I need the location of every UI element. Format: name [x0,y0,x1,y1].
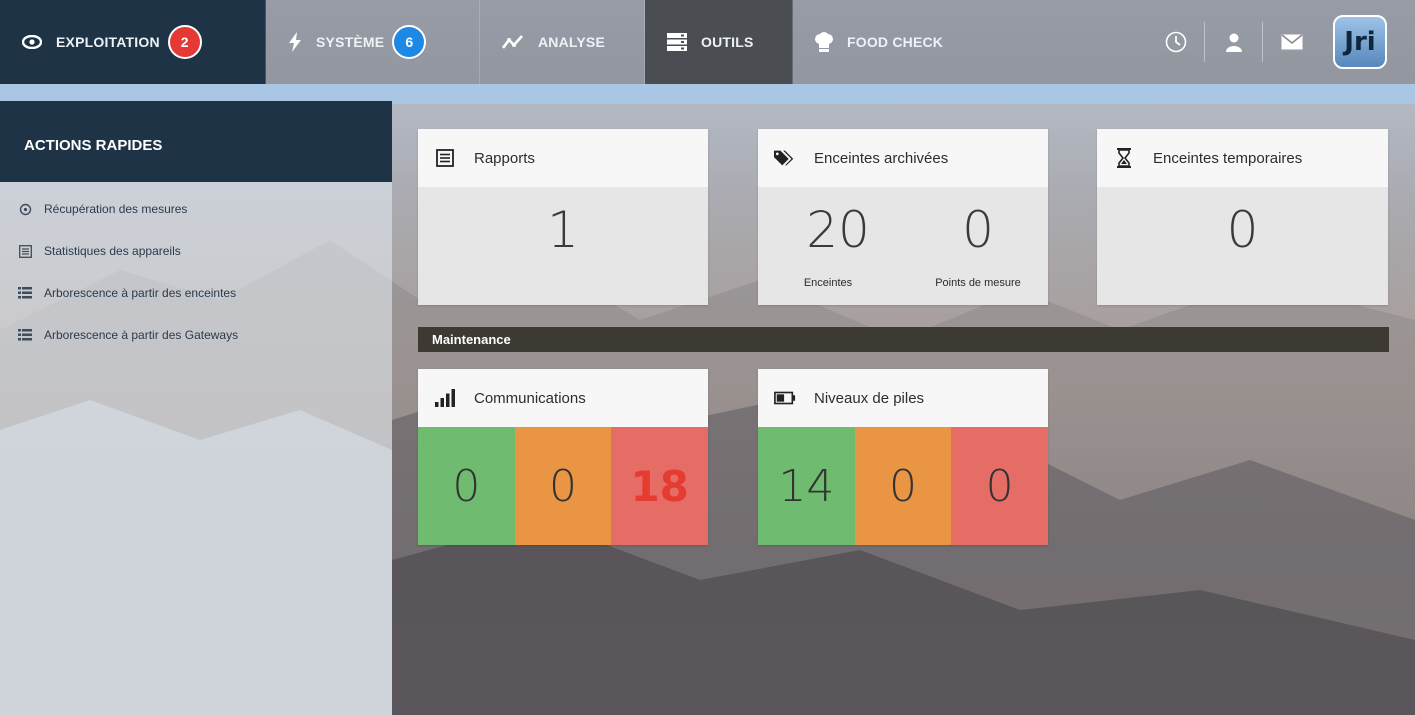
sidebar-item-label: Arborescence à partir des enceintes [44,286,237,300]
card-header: Enceintes archivées [758,129,1048,187]
sidebar-item-statistiques-appareils[interactable]: Statistiques des appareils [0,230,392,272]
refresh-icon [18,202,32,216]
status-warning-cell[interactable]: 0 [514,427,612,545]
sidebar-item-arborescence-enceintes[interactable]: Arborescence à partir des enceintes [0,272,392,314]
tags-icon [774,147,796,169]
tab-outils[interactable]: OUTILS [645,0,793,84]
card-title: Communications [474,389,586,407]
points-mesure-label: Points de mesure [935,277,1021,289]
card-title: Niveaux de piles [814,389,925,407]
maintenance-title: Maintenance [432,332,511,347]
maintenance-header: Maintenance [418,327,1389,352]
list-icon [18,286,32,300]
piles-status-row: 14 0 0 [758,427,1049,545]
card-enceintes-archivees[interactable]: Enceintes archivées 20 Enceintes 0 Point… [758,129,1048,305]
card-header: Niveaux de piles [758,369,1048,427]
sidebar-item-label: Arborescence à partir des Gateways [44,328,239,342]
lightning-icon [288,32,302,52]
list-box-icon [18,244,32,258]
tab-label: ANALYSE [538,34,606,50]
card-enceintes-temporaires[interactable]: Enceintes temporaires 0 [1097,129,1388,305]
status-alert-cell[interactable]: 0 [951,427,1049,545]
signal-icon [434,387,456,409]
status-ok-cell[interactable]: 14 [758,427,855,545]
trend-icon [502,34,524,50]
sidebar-item-recuperation-mesures[interactable]: Récupération des mesures [0,188,392,230]
card-body: 20 Enceintes 0 Points de mesure [758,187,1048,305]
status-ok-count: 0 [452,460,481,512]
sidebar-item-label: Récupération des mesures [44,202,188,216]
communications-status-row: 0 0 18 [418,427,709,545]
tab-label: FOOD CHECK [847,34,944,50]
enceintes-label: Enceintes [803,277,853,289]
battery-icon [774,387,796,409]
card-header: Communications [418,369,708,427]
list-box-icon [434,147,456,169]
status-warning-count: 0 [549,460,577,512]
card-header: Enceintes temporaires [1097,129,1388,187]
sidebar-item-arborescence-gateways[interactable]: Arborescence à partir des Gateways [0,314,392,356]
status-warning-cell[interactable]: 0 [854,427,952,545]
tab-food-check[interactable]: FOOD CHECK [793,0,943,84]
rapports-count: 1 [547,201,579,259]
card-body: 0 [1097,187,1388,305]
jri-logo[interactable]: Jri [1333,15,1387,69]
tab-analyse[interactable]: ANALYSE [480,0,645,84]
card-title: Enceintes temporaires [1153,149,1303,167]
tab-label: SYSTÈME [316,34,385,50]
sidebar-title: ACTIONS RAPIDES [0,101,392,182]
card-communications[interactable]: Communications 0 0 18 [418,369,709,545]
enceintes-temporaires-count: 0 [1226,201,1259,259]
status-alert-count: 0 [985,460,1014,512]
status-ok-cell[interactable]: 0 [418,427,515,545]
status-warning-count: 0 [889,460,917,512]
list-icon [18,328,32,342]
user-icon[interactable] [1205,22,1263,62]
tab-label: OUTILS [701,34,754,50]
top-navigation: EXPLOITATION 2 SYSTÈME 6 ANALYSE OUTILS … [0,0,1415,84]
sidebar-item-label: Statistiques des appareils [44,244,181,258]
tab-exploitation[interactable]: EXPLOITATION 2 [0,0,266,84]
card-title: Enceintes archivées [814,149,949,167]
sidebar-menu: Récupération des mesures Statistiques de… [0,182,392,715]
tab-systeme[interactable]: SYSTÈME 6 [266,0,480,84]
nav-right-tools: Jri [1147,0,1415,84]
hourglass-icon [1113,147,1135,169]
points-mesure-count: 0 [962,201,994,259]
card-header: Rapports [418,129,708,187]
card-title: Rapports [474,149,535,167]
status-alert-cell[interactable]: 18 [611,427,709,545]
notification-badge: 6 [392,25,427,59]
card-rapports[interactable]: Rapports 1 [418,129,708,305]
tab-label: EXPLOITATION [56,34,160,50]
status-ok-count: 14 [778,460,835,512]
mail-icon[interactable] [1263,22,1321,62]
clock-icon[interactable] [1147,22,1205,62]
notification-badge: 2 [167,25,202,59]
card-body: 1 [418,187,708,305]
enceintes-archivees-count: 20 [806,201,870,259]
chef-hat-icon [815,32,833,52]
card-niveaux-piles[interactable]: Niveaux de piles 14 0 0 [758,369,1049,545]
eye-icon [22,35,42,49]
server-icon [667,33,687,51]
status-alert-count: 18 [630,461,689,511]
